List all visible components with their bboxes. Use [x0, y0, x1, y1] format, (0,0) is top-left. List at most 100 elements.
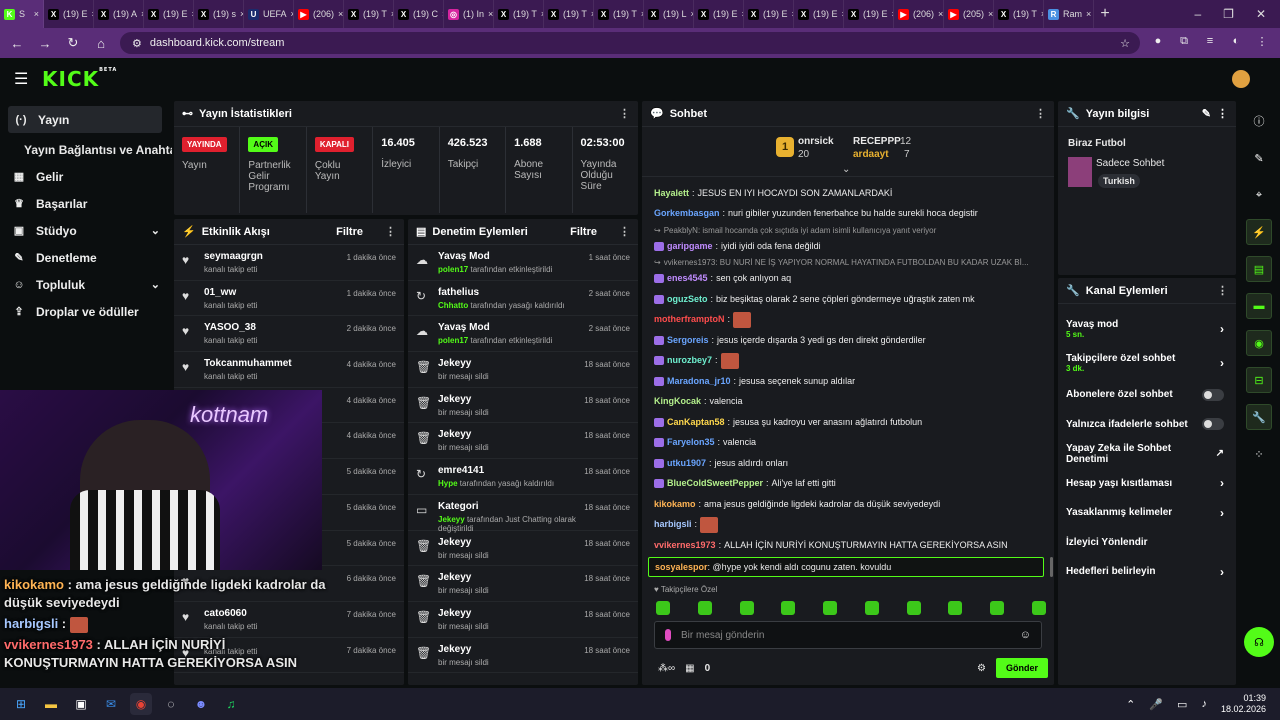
browser-tab[interactable]: ▶ (206) ×: [894, 0, 944, 28]
file-explorer-icon[interactable]: ▬: [40, 693, 62, 715]
sidebar-item[interactable]: (·) Yayın: [8, 106, 162, 133]
browser-tab[interactable]: X(19) E×: [694, 0, 744, 28]
moderation-menu-icon[interactable]: ⋮: [619, 225, 630, 238]
sidebar-subitem[interactable]: Yayın Bağlantısı ve Anahtarı: [0, 137, 172, 163]
activity-menu-icon[interactable]: ⋮: [385, 225, 396, 238]
bolt-tool-icon[interactable]: ⚡: [1246, 219, 1272, 245]
chevron-down-icon[interactable]: ⌄: [151, 278, 160, 291]
focus-icon[interactable]: ⌖: [1246, 182, 1272, 208]
external-link-icon[interactable]: ↗: [1216, 448, 1224, 459]
emoji-picker-icon[interactable]: ☺: [1020, 629, 1031, 641]
windows-start-icon[interactable]: ⊞: [10, 693, 32, 715]
quick-emote-icon[interactable]: [823, 601, 838, 615]
chat-username[interactable]: utku1907: [667, 457, 706, 470]
tab-close-icon[interactable]: ×: [938, 9, 943, 19]
edit-icon[interactable]: ✎: [1246, 145, 1272, 171]
send-button[interactable]: Gönder: [995, 658, 1048, 678]
channel-action-row[interactable]: Abonelere özel sohbet: [1058, 380, 1236, 410]
sidebar-item[interactable]: ⇪ Droplar ve ödüller: [0, 298, 172, 325]
edit-pencil-icon[interactable]: ✎: [1202, 107, 1211, 120]
chat-input[interactable]: Bir mesaj gönderin ☺: [654, 621, 1042, 649]
wrench-tool-icon[interactable]: 🔧: [1246, 404, 1272, 430]
browser-tab[interactable]: X(19) T×: [344, 0, 394, 28]
store-icon[interactable]: ▣: [70, 693, 92, 715]
gift-icon[interactable]: ▦: [685, 663, 694, 674]
toggle-switch[interactable]: [1202, 388, 1224, 401]
channel-action-row[interactable]: Yasaklanmış kelimeler ›: [1058, 498, 1236, 528]
broadcast-tool-icon[interactable]: ◉: [1246, 330, 1272, 356]
bookmark-star-icon[interactable]: ☆: [1120, 37, 1130, 50]
sidebar-item[interactable]: ▣ Stüdyo ⌄: [0, 217, 172, 244]
quick-emote-icon[interactable]: [697, 601, 712, 615]
chat-scrollbar[interactable]: [1050, 557, 1053, 577]
browser-tab[interactable]: X(19) E×: [844, 0, 894, 28]
profile-avatar-icon[interactable]: ◐: [1228, 35, 1244, 51]
browser-tab[interactable]: X(19) E×: [44, 0, 94, 28]
chat-tool-icon[interactable]: ▬: [1246, 293, 1272, 319]
moderation-actor[interactable]: polen17: [438, 336, 468, 345]
chevron-right-icon[interactable]: ›: [1220, 476, 1224, 490]
tray-chevron-icon[interactable]: ⌃: [1126, 698, 1135, 711]
reload-icon[interactable]: ↻: [64, 35, 82, 51]
hamburger-menu-icon[interactable]: ☰: [14, 69, 34, 89]
chat-username[interactable]: Faryelon35: [667, 436, 715, 449]
chat-username[interactable]: Sergoreis: [667, 334, 709, 347]
browser-tab[interactable]: ▶ (206) ×: [294, 0, 344, 28]
url-field[interactable]: ⚙ dashboard.kick.com/stream ☆: [120, 32, 1140, 54]
channel-action-row[interactable]: Yavaş mod 5 sn. ›: [1058, 312, 1236, 346]
new-tab-button[interactable]: +: [1094, 5, 1116, 23]
quick-emote-icon[interactable]: [1031, 601, 1046, 615]
moderation-actor[interactable]: Jekeyy: [438, 515, 465, 524]
sidebar-item[interactable]: ♛ Başarılar: [0, 190, 172, 217]
media-icon[interactable]: ≡: [1202, 35, 1218, 51]
steam-icon[interactable]: ◌: [160, 693, 182, 715]
chat-username[interactable]: BlueColdSweetPepper: [667, 477, 763, 490]
chevron-right-icon[interactable]: ›: [1220, 322, 1224, 336]
quick-emote-icon[interactable]: [739, 601, 754, 615]
infinity-points-icon[interactable]: ⁂∞: [658, 663, 675, 674]
document-tool-icon[interactable]: ▤: [1246, 256, 1272, 282]
site-info-icon[interactable]: ⚙: [132, 37, 142, 50]
chat-username[interactable]: oguzSeto: [667, 293, 708, 306]
quick-emote-icon[interactable]: [990, 601, 1005, 615]
chat-settings-icon[interactable]: ⚙: [977, 663, 986, 674]
channel-actions-menu-icon[interactable]: ⋮: [1217, 284, 1228, 297]
chat-username[interactable]: Hayalett: [654, 187, 689, 200]
browser-tab[interactable]: K S ×: [0, 0, 44, 28]
chrome-icon[interactable]: ◉: [130, 693, 152, 715]
browser-tab[interactable]: UUEFA×: [244, 0, 294, 28]
tab-close-icon[interactable]: ×: [1086, 9, 1091, 19]
expand-leaderboard-icon[interactable]: ⌄: [842, 164, 850, 175]
tray-display-icon[interactable]: ▭: [1177, 698, 1187, 711]
browser-tab[interactable]: X(19) L×: [644, 0, 694, 28]
extension-icon[interactable]: ●: [1150, 35, 1166, 51]
quick-emote-icon[interactable]: [864, 601, 879, 615]
back-icon[interactable]: ←: [8, 36, 26, 51]
stats-menu-icon[interactable]: ⋮: [619, 107, 630, 120]
browser-tab[interactable]: X(19) T×: [594, 0, 644, 28]
chevron-right-icon[interactable]: ›: [1220, 565, 1224, 579]
browser-menu-icon[interactable]: ⋮: [1254, 35, 1270, 51]
chat-username[interactable]: harbigsli: [654, 518, 692, 531]
chat-username[interactable]: CanKaptan58: [667, 416, 725, 429]
browser-tab[interactable]: X(19) T×: [994, 0, 1044, 28]
extensions-puzzle-icon[interactable]: ⧉: [1176, 35, 1192, 51]
info-icon[interactable]: ⓘ: [1246, 108, 1272, 134]
window-restore-icon[interactable]: ❐: [1223, 7, 1234, 21]
tray-volume-icon[interactable]: ♪: [1201, 698, 1207, 711]
stats-tool-icon[interactable]: ⊟: [1246, 367, 1272, 393]
chat-username[interactable]: kikokamo: [654, 498, 696, 511]
window-close-icon[interactable]: ✕: [1256, 7, 1266, 21]
kick-logo[interactable]: KICKBETA: [42, 67, 117, 91]
sidebar-item[interactable]: ▦ Gelir: [0, 163, 172, 190]
channel-action-row[interactable]: İzleyici Yönlendir: [1058, 528, 1236, 558]
quick-emote-icon[interactable]: [656, 601, 670, 615]
chat-username[interactable]: KingKocak: [654, 395, 701, 408]
taskbar-clock[interactable]: 01:39 18.02.2026: [1221, 693, 1266, 715]
browser-tab[interactable]: R Ram ×: [1044, 0, 1094, 28]
chat-menu-icon[interactable]: ⋮: [1035, 107, 1046, 120]
tab-close-icon[interactable]: ×: [34, 9, 39, 19]
browser-tab[interactable]: X(19) E×: [144, 0, 194, 28]
browser-tab[interactable]: X(19) C×: [394, 0, 444, 28]
channel-action-row[interactable]: Hedefleri belirleyin ›: [1058, 557, 1236, 587]
